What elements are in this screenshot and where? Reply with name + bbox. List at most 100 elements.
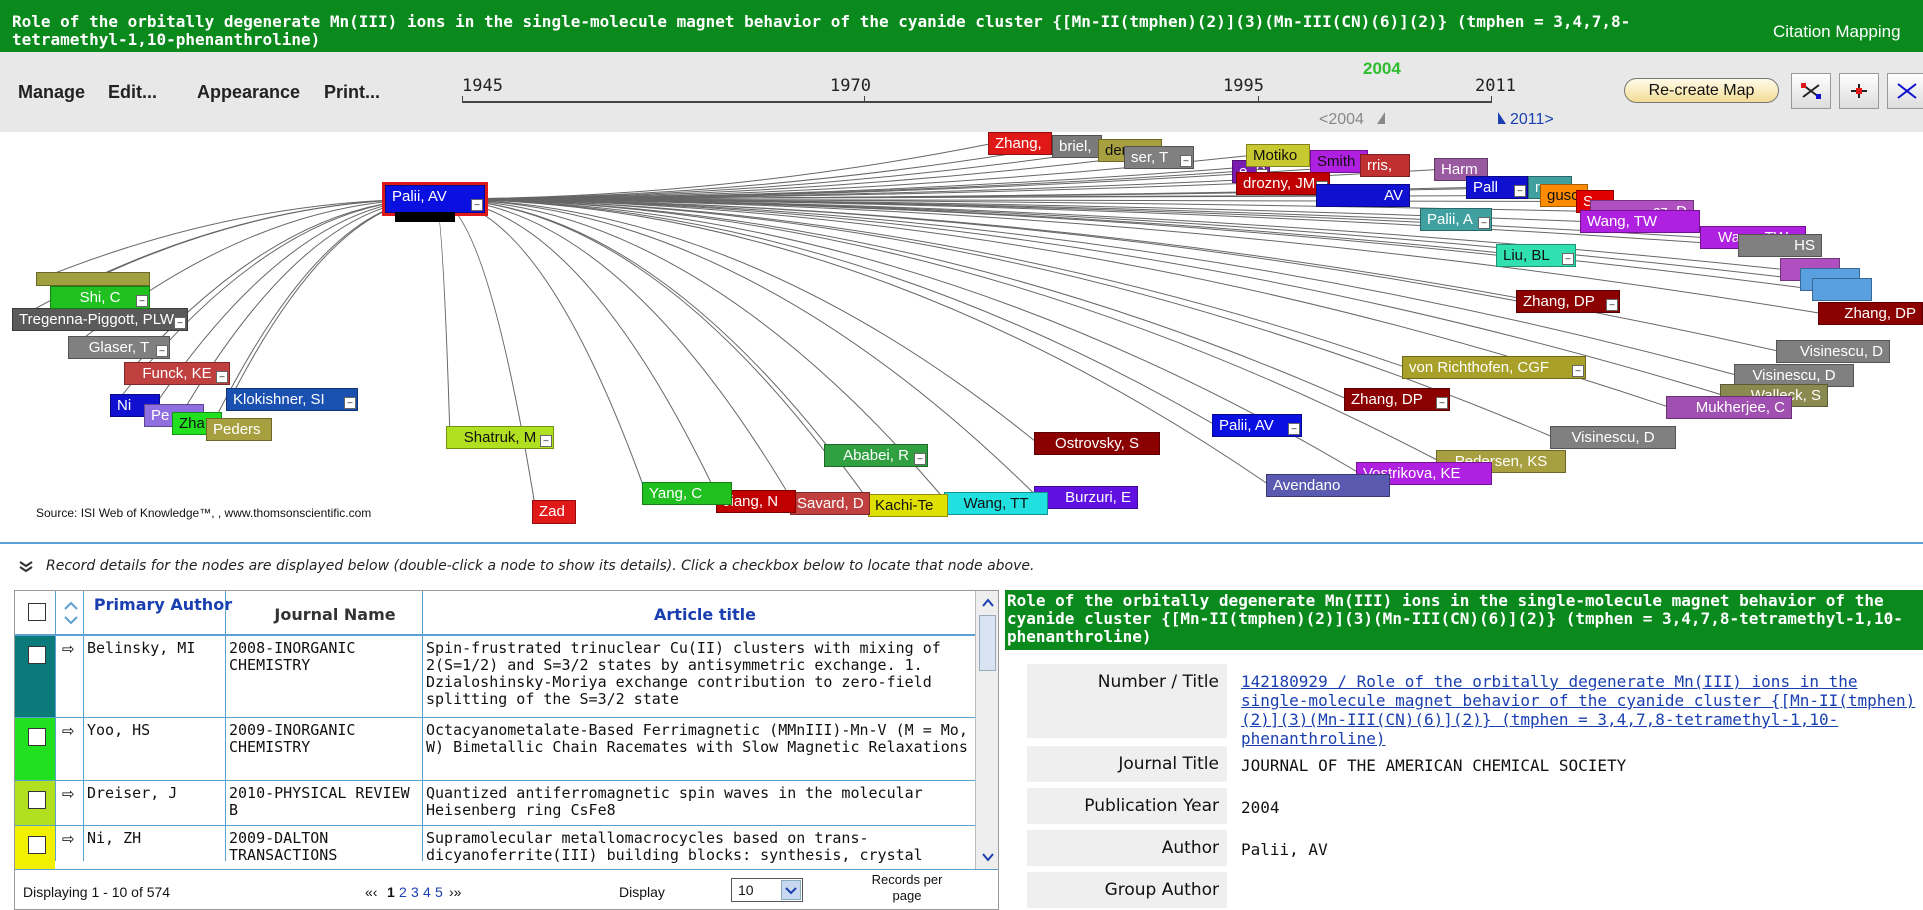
range-end-handle[interactable]: 2011> [1510, 111, 1554, 129]
map-node[interactable]: Zhang, [988, 132, 1052, 155]
map-node[interactable]: Visinescu, D [1550, 426, 1676, 449]
row-checkbox[interactable] [28, 646, 46, 664]
menu-print[interactable]: Print... [324, 82, 380, 103]
page-link[interactable]: 4 [423, 884, 431, 900]
sort-icon[interactable] [62, 601, 80, 625]
map-node[interactable]: Klokishner, SI [226, 388, 358, 411]
col-journal-name[interactable]: Journal Name [240, 605, 430, 624]
col-article-title[interactable]: Article title [435, 605, 975, 624]
map-node[interactable]: AV [1316, 184, 1410, 207]
records-per-page-label: Records per page [871, 872, 943, 903]
map-node[interactable]: HS [1738, 234, 1822, 257]
map-node[interactable]: rris, [1360, 154, 1410, 177]
cell-journal: 2008-INORGANIC CHEMISTRY [229, 639, 356, 674]
col-primary-author[interactable]: Primary Author [93, 595, 233, 614]
select-all-checkbox[interactable] [28, 603, 46, 621]
map-node[interactable]: Zhang, DP [1818, 302, 1923, 325]
map-node[interactable]: Kachi-Te [868, 494, 948, 517]
label-author: Author [1027, 830, 1227, 866]
locate-arrow-icon[interactable]: ⇨ [62, 722, 75, 740]
cell-title: Quantized antiferromagnetic spin waves i… [426, 784, 923, 819]
menu-edit[interactable]: Edit... [108, 82, 157, 103]
range-start-marker[interactable] [1375, 110, 1387, 126]
locate-arrow-icon[interactable]: ⇨ [62, 830, 75, 848]
map-node[interactable]: von Richthofen, CGF [1402, 356, 1586, 379]
layout-tool-button[interactable] [1791, 73, 1831, 109]
collapse-arrow-icon[interactable] [18, 560, 34, 574]
map-node[interactable]: Ababei, R [824, 444, 928, 467]
page-link[interactable]: 5 [435, 884, 443, 900]
map-node[interactable] [1812, 278, 1872, 301]
map-node[interactable]: Wang, TT [944, 492, 1048, 515]
scroll-thumb[interactable] [979, 615, 996, 671]
timeline-year: 1995 [1223, 76, 1264, 96]
map-node[interactable]: Burzuri, E [1034, 486, 1138, 509]
cell-author: Ni, ZH [87, 829, 142, 847]
citation-edge [229, 198, 436, 400]
citation-edge [434, 198, 1407, 368]
page-link[interactable]: 2 [399, 884, 407, 900]
timeline-year: 1945 [462, 76, 503, 96]
row-checkbox[interactable] [28, 728, 46, 746]
table-row[interactable]: ⇨ Belinsky, MI 2008-INORGANIC CHEMISTRY … [15, 636, 975, 718]
map-node[interactable]: Palii, A [1420, 208, 1492, 231]
timeline-year: 2011 [1475, 76, 1516, 96]
pager-next[interactable]: ›» [449, 884, 461, 900]
menu-manage[interactable]: Manage [18, 82, 85, 103]
row-checkbox[interactable] [28, 836, 46, 854]
map-node[interactable]: Zhang, DP [1344, 388, 1450, 411]
map-node[interactable]: Ostrovsky, S [1034, 432, 1160, 455]
locate-arrow-icon[interactable]: ⇨ [62, 640, 75, 658]
recreate-map-button[interactable]: Re-create Map [1624, 78, 1779, 103]
map-node[interactable]: Wang, TW [1580, 210, 1700, 233]
map-node[interactable]: Yang, C [642, 482, 732, 505]
map-node[interactable] [395, 212, 455, 222]
map-node[interactable]: Shi, C [50, 286, 150, 309]
page-link[interactable]: 3 [411, 884, 419, 900]
citation-map[interactable]: Palii, AV Zhang, briel, dersen ser, T e,… [0, 132, 1923, 537]
menu-appearance[interactable]: Appearance [197, 82, 300, 103]
table-scrollbar[interactable] [975, 591, 998, 869]
map-node[interactable]: Mukherjee, C [1666, 396, 1792, 419]
map-node[interactable] [36, 272, 150, 286]
displaying-count: Displaying 1 - 10 of 574 [23, 884, 171, 900]
map-node[interactable]: Savard, D [790, 492, 870, 515]
pager-prev[interactable]: «‹ [365, 884, 377, 900]
map-node[interactable]: Palii, AV [1212, 414, 1302, 437]
locate-arrow-icon[interactable]: ⇨ [62, 785, 75, 803]
map-node[interactable]: Shatruk, M [446, 426, 554, 449]
map-node[interactable]: Visinescu, D [1776, 340, 1890, 363]
map-node[interactable]: Motiko [1246, 144, 1310, 167]
map-node[interactable]: Funck, KE [124, 362, 230, 385]
table-row[interactable]: ⇨ Yoo, HS 2009-INORGANIC CHEMISTRY Octac… [15, 718, 975, 781]
map-node[interactable]: Zad [532, 500, 576, 524]
citation-edge [434, 198, 721, 502]
map-node[interactable]: Glaser, T [68, 336, 170, 359]
map-node[interactable]: Pall [1466, 176, 1528, 199]
page-link[interactable]: 1 [387, 884, 395, 900]
table-row[interactable]: ⇨ Dreiser, J 2010-PHYSICAL REVIEW B Quan… [15, 781, 975, 826]
record-link[interactable]: 142180929 / Role of the orbitally degene… [1241, 672, 1923, 748]
per-page-select[interactable]: 10 [731, 878, 803, 902]
map-node[interactable]: Liu, BL [1496, 244, 1576, 267]
table-row[interactable]: ⇨ Ni, ZH 2009-DALTON TRANSACTIONS Supram… [15, 826, 975, 871]
map-node[interactable]: Tregenna-Piggott, PLW [12, 308, 188, 331]
scroll-down-icon[interactable] [980, 849, 996, 865]
timeline-tick [864, 96, 865, 103]
map-node[interactable]: ser, T [1124, 146, 1194, 169]
expand-tool-button[interactable] [1839, 73, 1879, 109]
row-checkbox[interactable] [28, 791, 46, 809]
cell-journal: 2009-DALTON TRANSACTIONS [229, 829, 338, 864]
range-end-marker[interactable] [1496, 110, 1508, 126]
map-node[interactable]: Avendano [1266, 474, 1390, 497]
scroll-up-icon[interactable] [980, 595, 996, 611]
chevron-down-icon[interactable] [781, 880, 801, 900]
collapse-tool-button[interactable] [1887, 73, 1923, 109]
range-start-handle[interactable]: <2004 [1319, 111, 1364, 129]
citation-edge [434, 198, 647, 494]
record-title: Role of the orbitally degenerate Mn(III)… [1005, 590, 1923, 650]
map-node[interactable]: Zhang, DP [1516, 290, 1620, 313]
focus-node[interactable]: Palii, AV [382, 182, 488, 216]
map-node[interactable]: briel, [1052, 135, 1102, 158]
map-node[interactable]: Peders [206, 418, 272, 441]
